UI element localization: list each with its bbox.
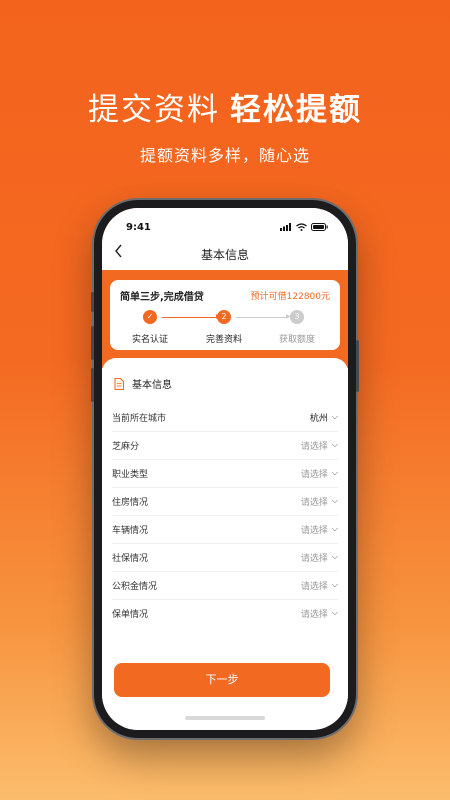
progress-title: 简单三步,完成借贷 bbox=[120, 292, 204, 303]
mute-switch bbox=[91, 292, 94, 312]
phone-frame: 9:41 基本信息 简单三步,完成借贷 预计可借122800元 ✓ 2 ▶ 3 … bbox=[91, 200, 359, 738]
field-value: 杭州 ⌵ bbox=[309, 412, 338, 424]
chevron-down-icon: ⌵ bbox=[331, 468, 338, 477]
field-housing-fund[interactable]: 公积金情况 请选择 ⌵ bbox=[112, 571, 338, 600]
field-label: 公积金情况 bbox=[112, 581, 158, 592]
field-city[interactable]: 当前所在城市 杭州 ⌵ bbox=[112, 403, 338, 432]
field-value: 请选择 ⌵ bbox=[300, 552, 338, 564]
field-value: 请选择 ⌵ bbox=[300, 608, 338, 620]
field-value: 请选择 ⌵ bbox=[300, 440, 338, 452]
nav-bar: 9:41 基本信息 bbox=[102, 208, 348, 270]
step-2-indicator: 2 bbox=[217, 310, 231, 324]
field-insurance-policy[interactable]: 保单情况 请选择 ⌵ bbox=[112, 599, 338, 627]
progress-card: 简单三步,完成借贷 预计可借122800元 ✓ ▶ 2 ▶ 3 实名认证 完善资… bbox=[110, 280, 340, 350]
hero-title-plain: 提交资料 bbox=[88, 92, 220, 128]
step-2-label: 完善资料 bbox=[205, 335, 242, 345]
next-step-button[interactable]: 下一步 bbox=[114, 663, 330, 697]
field-label: 社保情况 bbox=[112, 553, 149, 564]
wifi-icon bbox=[296, 223, 307, 231]
step-1-check-icon: ✓ bbox=[143, 310, 157, 324]
status-time: 9:41 bbox=[126, 222, 151, 233]
loan-quota: 预计可借122800元 bbox=[250, 292, 330, 302]
page-title: 基本信息 bbox=[200, 248, 249, 262]
power-button bbox=[356, 340, 359, 392]
field-value: 请选择 ⌵ bbox=[300, 524, 338, 536]
field-label: 芝麻分 bbox=[112, 441, 140, 452]
field-occupation[interactable]: 职业类型 请选择 ⌵ bbox=[112, 459, 338, 488]
home-indicator bbox=[185, 716, 265, 720]
step-connector-1 bbox=[162, 317, 218, 318]
form-section-header: 基本信息 bbox=[114, 376, 172, 391]
hero-title-bold: 轻松提额 bbox=[230, 92, 362, 128]
form-section-title: 基本信息 bbox=[132, 380, 172, 391]
field-value: 请选择 ⌵ bbox=[300, 580, 338, 592]
field-value: 请选择 ⌵ bbox=[300, 468, 338, 480]
battery-icon bbox=[311, 223, 328, 231]
chevron-down-icon: ⌵ bbox=[331, 552, 338, 561]
step-3-label: 获取额度 bbox=[278, 335, 315, 345]
chevron-down-icon: ⌵ bbox=[331, 496, 338, 505]
chevron-down-icon: ⌵ bbox=[331, 524, 338, 533]
field-housing[interactable]: 住房情况 请选择 ⌵ bbox=[112, 487, 338, 516]
volume-down-button bbox=[91, 368, 94, 402]
field-social-security[interactable]: 社保情况 请选择 ⌵ bbox=[112, 543, 338, 572]
step-3-indicator: 3 bbox=[290, 310, 304, 324]
signal-icon bbox=[280, 223, 291, 231]
step-connector-2 bbox=[236, 317, 288, 318]
status-icons bbox=[280, 223, 328, 231]
field-label: 车辆情况 bbox=[112, 525, 149, 536]
field-sesame-score[interactable]: 芝麻分 请选择 ⌵ bbox=[112, 431, 338, 460]
hero-subtitle: 提额资料多样，随心选 bbox=[139, 146, 310, 165]
volume-up-button bbox=[91, 326, 94, 360]
chevron-down-icon: ⌵ bbox=[331, 580, 338, 589]
chevron-down-icon: ⌵ bbox=[331, 412, 338, 421]
field-label: 住房情况 bbox=[112, 497, 149, 508]
chevron-down-icon: ⌵ bbox=[331, 608, 338, 617]
field-label: 职业类型 bbox=[112, 469, 149, 480]
field-label: 保单情况 bbox=[112, 609, 149, 620]
field-label: 当前所在城市 bbox=[112, 413, 167, 424]
step-1-label: 实名认证 bbox=[131, 335, 168, 345]
chevron-down-icon: ⌵ bbox=[331, 440, 338, 449]
field-vehicle[interactable]: 车辆情况 请选择 ⌵ bbox=[112, 515, 338, 544]
hero-title: 提交资料 轻松提额 bbox=[0, 84, 450, 129]
field-value: 请选择 ⌵ bbox=[300, 496, 338, 508]
document-icon bbox=[114, 377, 124, 390]
phone-screen: 9:41 基本信息 简单三步,完成借贷 预计可借122800元 ✓ 2 ▶ 3 … bbox=[102, 208, 348, 730]
